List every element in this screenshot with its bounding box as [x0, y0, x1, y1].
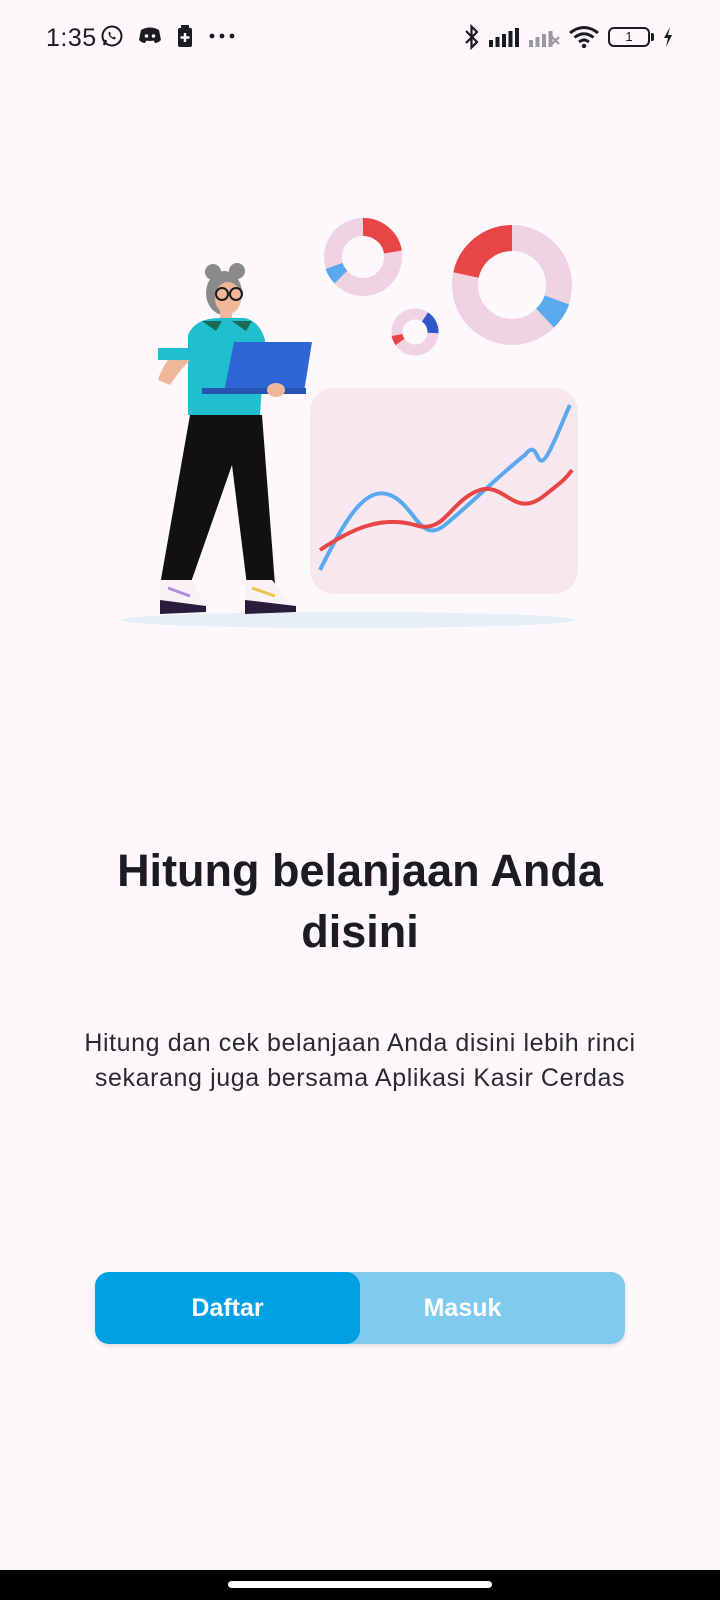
- donut-medium: [324, 218, 402, 296]
- bluetooth-icon: [464, 24, 480, 50]
- laptop: [224, 342, 312, 392]
- person-figure: [158, 263, 312, 614]
- chart-panel: [310, 388, 578, 594]
- status-left-icons: [100, 24, 236, 48]
- more-dots-icon: [208, 24, 236, 48]
- wifi-icon: [568, 25, 600, 49]
- onboarding-title: Hitung belanjaan Anda disini: [117, 845, 603, 957]
- login-button[interactable]: Masuk: [360, 1272, 565, 1344]
- battery-icon: 1: [608, 27, 654, 47]
- status-right-icons: 1: [464, 24, 674, 50]
- status-time: 1:35: [46, 24, 97, 52]
- discord-icon: [138, 25, 162, 47]
- signal-icon: [488, 26, 520, 48]
- navigation-bar: [0, 1570, 720, 1600]
- register-button[interactable]: Daftar: [95, 1272, 360, 1344]
- battery-level: 1: [608, 27, 650, 47]
- onboarding-description: Hitung dan cek belanjaan Anda disini leb…: [84, 1029, 636, 1092]
- battery-saver-icon: [176, 24, 194, 48]
- charging-icon: [662, 26, 674, 48]
- signal-no-service-icon: [528, 26, 560, 48]
- donut-large: [452, 224, 572, 345]
- whatsapp-icon: [100, 24, 124, 48]
- donut-small: [391, 308, 439, 356]
- onboarding-screen: 1:35 1 Hitung belanjaan Anda disini Hitu…: [0, 0, 720, 1600]
- home-indicator[interactable]: [228, 1581, 492, 1588]
- status-bar: 1:35 1: [0, 0, 720, 80]
- auth-toggle: Daftar Masuk: [95, 1272, 625, 1344]
- analytics-illustration: [120, 200, 600, 650]
